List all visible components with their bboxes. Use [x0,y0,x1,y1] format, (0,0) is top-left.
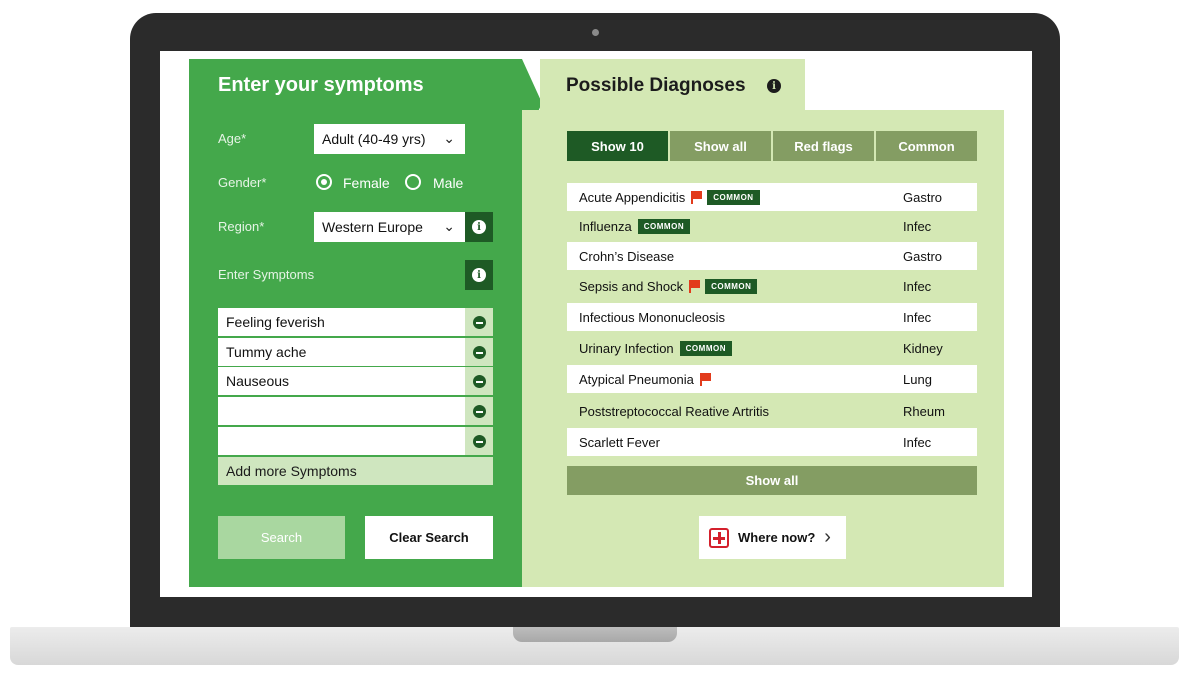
remove-icon [472,404,486,418]
diagnosis-category: Lung [903,372,932,387]
gender-male-radio[interactable] [405,174,421,190]
tab-red-flags[interactable]: Red flags [773,131,874,161]
common-badge: COMMON [637,218,691,234]
where-now-button[interactable]: Where now? › [699,516,846,559]
age-select[interactable]: Adult (40-49 yrs) ⌄ [314,124,465,154]
symptom-text: Feeling feverish [226,314,325,330]
info-icon: i [472,220,486,234]
diagnosis-name: Infectious Mononucleosis [579,309,725,325]
diagnosis-name: Urinary Infection [579,340,674,356]
tab-common[interactable]: Common [876,131,977,161]
remove-icon [472,345,486,359]
show-all-button[interactable]: Show all [567,466,977,495]
diagnosis-name: Atypical Pneumonia [579,371,694,387]
remove-symptom-button[interactable] [465,397,493,425]
age-select-value: Adult (40-49 yrs) [322,131,426,147]
diagnosis-name: Acute Appendicitis [579,189,686,205]
age-label: Age* [218,131,247,146]
remove-symptom-button[interactable] [465,338,493,366]
chevron-down-icon: ⌄ [443,130,455,146]
enter-symptoms-label: Enter Symptoms [218,267,315,282]
diagnosis-category: Gastro [903,249,943,264]
region-select[interactable]: Western Europe ⌄ [314,212,465,242]
symptom-input[interactable]: Feeling feverish [218,308,493,336]
region-select-value: Western Europe [322,219,423,235]
remove-icon [472,434,486,448]
diagnosis-name: Poststreptococcal Reative Artritis [579,403,770,419]
diagnosis-row[interactable]: Influenza COMMON Infec [567,212,977,240]
diagnosis-row[interactable]: Poststreptococcal Reative Artritis Rheum [567,397,977,425]
diagnosis-name: Crohn’s Disease [579,248,675,264]
diagnosis-row[interactable]: Crohn’s Disease Gastro [567,242,977,270]
common-badge: COMMON [707,189,760,205]
symptom-input[interactable]: Tummy ache [218,338,493,366]
diagnosis-row[interactable]: Atypical Pneumonia Lung [567,365,977,393]
remove-icon [472,315,486,329]
diagnosis-category: Infec [903,435,932,450]
diagnosis-category: Infec [903,310,932,325]
region-info-button[interactable]: i [465,212,493,242]
diagnosis-row[interactable]: Acute Appendicitis COMMON Gastro [567,183,977,211]
diagnosis-category: Gastro [903,190,943,205]
search-button[interactable]: Search [218,516,345,559]
clear-search-button[interactable]: Clear Search [365,516,493,559]
gender-female-radio[interactable] [316,174,332,190]
diagnosis-category: Infec [903,219,932,234]
laptop-notch [513,627,677,642]
red-flag-icon [689,279,701,293]
symptom-input[interactable] [218,427,493,455]
remove-symptom-button[interactable] [465,367,493,395]
info-icon: i [472,268,486,282]
symptoms-info-button[interactable]: i [465,260,493,290]
diagnosis-row[interactable]: Sepsis and Shock COMMON Infec [567,272,977,300]
info-icon[interactable]: i [767,79,781,93]
symptom-text: Tummy ache [226,344,307,360]
red-flag-icon [691,190,703,204]
medical-cross-icon [709,527,729,548]
diagnosis-row[interactable]: Scarlett Fever Infec [567,428,977,456]
diagnosis-row[interactable]: Infectious Mononucleosis Infec [567,303,977,331]
region-label: Region* [218,219,265,234]
symptom-input[interactable]: Nauseous [218,367,493,395]
symptoms-title: Enter your symptoms [218,74,424,96]
remove-symptom-button[interactable] [465,427,493,455]
camera-icon [592,29,599,36]
symptom-input[interactable] [218,397,493,425]
chevron-down-icon: ⌄ [443,218,455,234]
remove-icon [472,374,486,388]
diagnosis-row[interactable]: Urinary Infection COMMON Kidney [567,334,977,362]
common-badge: COMMON [679,340,732,356]
red-flag-icon [699,372,711,386]
symptom-text: Nauseous [226,373,290,389]
diagnoses-title: Possible Diagnoses [566,75,746,96]
tab-show-10[interactable]: Show 10 [567,131,668,161]
where-now-label: Where now? [738,530,816,545]
remove-symptom-button[interactable] [465,308,493,336]
gender-label: Gender* [218,175,267,190]
diagnosis-category: Kidney [903,341,943,356]
diagnosis-name: Scarlett Fever [579,434,660,450]
diagnosis-name: Sepsis and Shock [579,278,684,294]
gender-female-label: Female [343,175,390,191]
chevron-right-icon: › [824,526,831,548]
common-badge: COMMON [705,278,758,294]
diagnosis-category: Rheum [903,404,945,419]
diagnosis-name: Influenza [579,218,632,234]
add-more-symptoms-button[interactable]: Add more Symptoms [218,457,493,485]
diagnosis-category: Infec [903,279,932,294]
gender-male-label: Male [433,175,464,191]
tab-show-all[interactable]: Show all [670,131,771,161]
